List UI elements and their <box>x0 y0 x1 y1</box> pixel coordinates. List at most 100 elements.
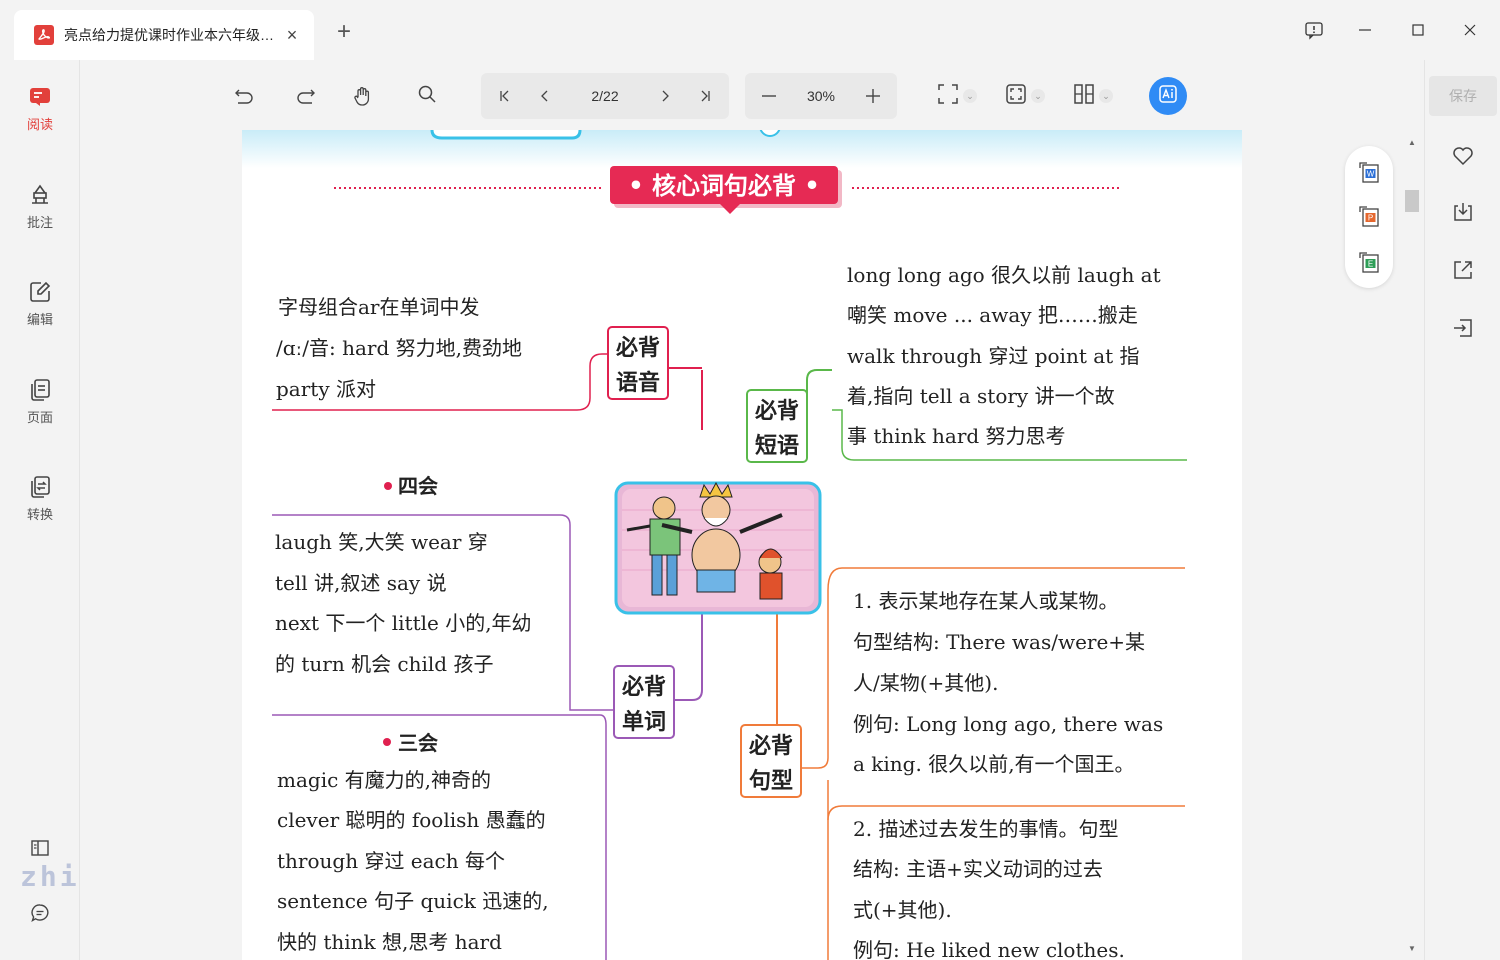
search-icon <box>417 84 437 109</box>
search-button[interactable] <box>405 74 449 118</box>
undo-button[interactable] <box>221 74 265 118</box>
share-external-icon[interactable] <box>1451 258 1475 282</box>
fullscreen-dropdown[interactable]: ⌄ <box>937 83 977 110</box>
prev-page-button[interactable] <box>525 74 565 118</box>
svg-text:句型: 句型 <box>749 768 793 794</box>
svg-text:的 turn 机会 child 孩子: 的 turn 机会 child 孩子 <box>275 652 493 676</box>
import-icon[interactable] <box>1451 316 1475 340</box>
read-icon <box>27 84 53 110</box>
sidebar-item-read[interactable]: 阅读 <box>0 78 80 138</box>
hand-tool-button[interactable] <box>341 74 385 118</box>
document-toolbar: 2/22 30% ⌄ ⌄ ⌄ <box>221 72 1187 120</box>
to-excel-icon[interactable]: E <box>1357 250 1381 276</box>
next-page-button[interactable] <box>645 74 685 118</box>
svg-text:through 穿过 each 每个: through 穿过 each 每个 <box>277 849 505 873</box>
tab-title: 亮点给力提优课时作业本六年级上册... <box>64 27 276 43</box>
page-indicator[interactable]: 2/22 <box>565 88 645 104</box>
svg-text:/ɑː/音: hard 努力地,费劲地: /ɑː/音: hard 努力地,费劲地 <box>276 336 522 360</box>
download-icon[interactable] <box>1451 200 1475 224</box>
svg-text:短语: 短语 <box>755 433 799 459</box>
ai-assistant-button[interactable] <box>1149 77 1187 115</box>
svg-text:sentence 句子 quick 迅速的,: sentence 句子 quick 迅速的, <box>277 889 549 913</box>
ai-icon <box>1157 83 1179 110</box>
toggle-panel-icon[interactable] <box>27 835 53 861</box>
maximize-button[interactable] <box>1402 14 1434 46</box>
svg-text:例句: Long long ago, there was: 例句: Long long ago, there was <box>853 712 1163 736</box>
svg-text:必背: 必背 <box>755 398 799 424</box>
svg-text:laugh 笑,大笑 wear 穿: laugh 笑,大笑 wear 穿 <box>275 530 488 554</box>
svg-text:必背: 必背 <box>622 674 666 700</box>
title-bar: 亮点给力提优课时作业本六年级上册... × + <box>0 0 1500 60</box>
svg-text:party 派对: party 派对 <box>276 377 376 401</box>
annotate-icon <box>27 182 53 208</box>
zoom-level[interactable]: 30% <box>789 88 853 104</box>
chevron-down-icon: ⌄ <box>1031 89 1045 103</box>
favorite-heart-icon[interactable] <box>1451 144 1475 168</box>
left-sidebar: 阅读 批注 编辑 页面 转换 zhishi.im <box>0 60 196 960</box>
sidebar-item-edit[interactable]: 编辑 <box>0 273 80 333</box>
page-navigation: 2/22 <box>481 73 729 119</box>
sidebar-item-convert[interactable]: 转换 <box>0 468 80 528</box>
svg-text:必背: 必背 <box>616 335 660 361</box>
to-ppt-icon[interactable]: P <box>1357 204 1381 230</box>
pdf-file-icon <box>34 25 54 45</box>
new-tab-button[interactable]: + <box>330 18 358 46</box>
svg-text:快的 think 想,思考 hard: 快的 think 想,思考 hard <box>277 930 502 954</box>
zoom-control: 30% <box>745 73 897 119</box>
svg-text:tell 讲,叙述 say 说: tell 讲,叙述 say 说 <box>275 571 447 595</box>
svg-text:clever 聪明的 foolish 愚蠢的: clever 聪明的 foolish 愚蠢的 <box>277 808 546 832</box>
sidebar-item-label: 转换 <box>26 506 53 522</box>
comment-icon[interactable] <box>27 900 53 926</box>
sidebar-item-annotate[interactable]: 批注 <box>0 176 80 236</box>
document-area: 2/22 30% ⌄ ⌄ ⌄ • 核心词句必背 • 必背 语音 字母组合ar在单… <box>81 60 1423 960</box>
svg-text:P: P <box>1368 214 1373 223</box>
chevron-down-icon: ⌄ <box>963 89 977 103</box>
first-page-button[interactable] <box>485 74 525 118</box>
pages-icon <box>27 377 53 403</box>
pdf-page[interactable]: • 核心词句必背 • 必背 语音 字母组合ar在单词中发 /ɑː/音: hard… <box>242 130 1242 960</box>
scroll-down-arrow[interactable]: ▼ <box>1407 944 1417 954</box>
tab-close-button[interactable]: × <box>282 25 302 45</box>
svg-text:式(+其他).: 式(+其他). <box>853 898 952 922</box>
two-page-icon <box>1073 83 1095 110</box>
zoom-out-button[interactable] <box>749 74 789 118</box>
fullscreen-icon <box>937 83 959 110</box>
svg-text:例句: He liked new clothes.: 例句: He liked new clothes. <box>853 938 1125 960</box>
svg-text:句型结构: There was/were+某: 句型结构: There was/were+某 <box>853 630 1145 654</box>
svg-text:结构: 主语+实义动词的过去: 结构: 主语+实义动词的过去 <box>853 857 1103 881</box>
sidebar-item-pages[interactable]: 页面 <box>0 371 80 431</box>
svg-text:magic 有魔力的,神奇的: magic 有魔力的,神奇的 <box>277 768 491 792</box>
fit-page-dropdown[interactable]: ⌄ <box>1005 83 1045 110</box>
sidebar-item-label: 阅读 <box>26 116 53 132</box>
svg-text:人/某物(+其他).: 人/某物(+其他). <box>853 671 998 695</box>
svg-text:walk through 穿过 point at 指: walk through 穿过 point at 指 <box>847 344 1140 368</box>
sidebar-item-label: 页面 <box>26 409 53 425</box>
close-window-button[interactable] <box>1454 14 1486 46</box>
zoom-in-button[interactable] <box>853 74 893 118</box>
page-layout-dropdown[interactable]: ⌄ <box>1073 83 1113 110</box>
svg-text:语音: 语音 <box>616 370 660 396</box>
sidebar-item-label: 编辑 <box>26 311 53 327</box>
svg-text:字母组合ar在单词中发: 字母组合ar在单词中发 <box>278 295 479 319</box>
svg-text:着,指向 tell a story 讲一个故: 着,指向 tell a story 讲一个故 <box>847 384 1115 408</box>
svg-text:next 下一个 little 小的,年幼: next 下一个 little 小的,年幼 <box>275 611 532 635</box>
svg-text:单词: 单词 <box>622 709 666 735</box>
last-page-button[interactable] <box>685 74 725 118</box>
vertical-scrollbar[interactable]: ▲ ▼ <box>1403 132 1421 960</box>
svg-text:long long ago 很久以前 laugh at: long long ago 很久以前 laugh at <box>847 263 1161 287</box>
chevron-down-icon: ⌄ <box>1099 89 1113 103</box>
section-heading: • 核心词句必背 • <box>628 171 819 200</box>
document-tab[interactable]: 亮点给力提优课时作业本六年级上册... × <box>14 10 314 60</box>
save-button[interactable]: 保存 <box>1429 76 1497 116</box>
to-word-icon[interactable]: W <box>1357 160 1381 186</box>
right-panel: 保存 <box>1424 60 1500 960</box>
fit-page-icon <box>1005 83 1027 110</box>
redo-button[interactable] <box>285 74 329 118</box>
export-toolbar: W P E <box>1345 146 1393 288</box>
edit-icon <box>27 279 53 305</box>
minimize-button[interactable] <box>1349 14 1381 46</box>
scroll-up-arrow[interactable]: ▲ <box>1407 138 1417 148</box>
scroll-thumb[interactable] <box>1405 190 1419 212</box>
svg-text:事 think hard 努力思考: 事 think hard 努力思考 <box>847 424 1066 448</box>
feedback-icon[interactable] <box>1298 14 1330 46</box>
